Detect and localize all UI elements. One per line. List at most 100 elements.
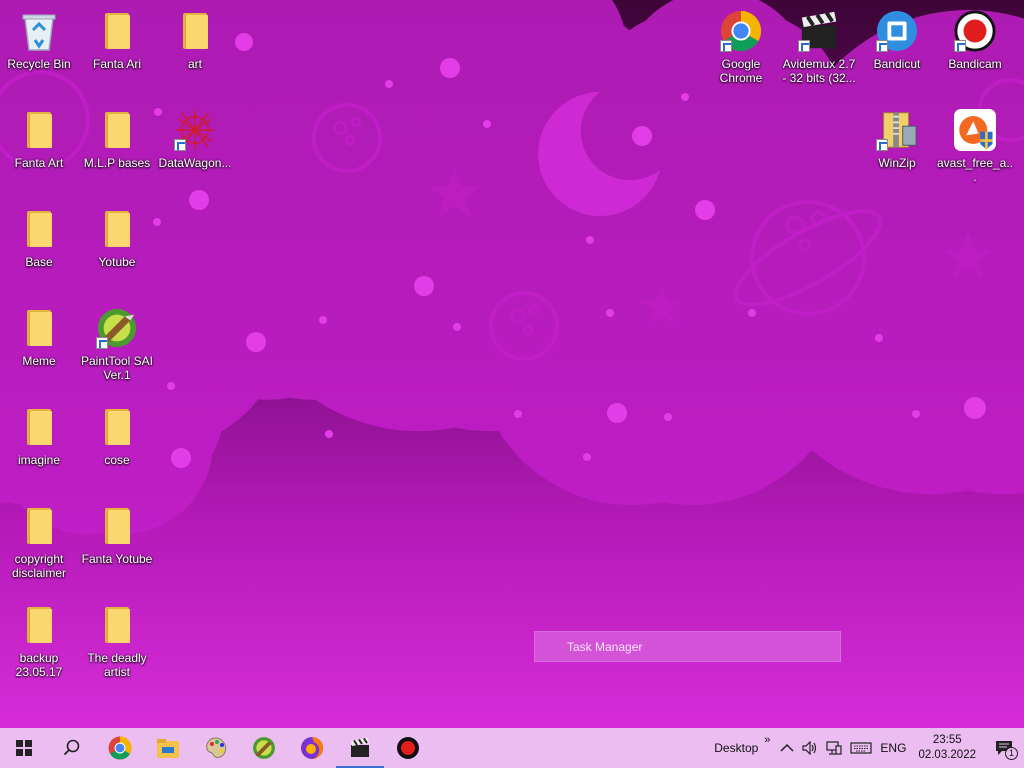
folder-icon	[18, 307, 60, 349]
painttool-sai-icon	[96, 307, 138, 349]
folder-cose[interactable]: cose	[78, 398, 156, 490]
touch-keyboard-button[interactable]	[846, 728, 876, 768]
shortcut-arrow-icon	[954, 40, 966, 52]
file-explorer-icon	[157, 739, 179, 758]
folder-yotube[interactable]: Yotube	[78, 200, 156, 292]
keyboard-icon	[850, 742, 873, 754]
search-button[interactable]	[48, 728, 96, 768]
shortcut-arrow-icon	[720, 40, 732, 52]
chrome-icon	[108, 736, 132, 760]
chevron-up-icon	[780, 743, 794, 752]
language-label: ENG	[880, 741, 907, 755]
shortcut-arrow-icon	[876, 40, 888, 52]
folder-icon	[18, 604, 60, 646]
volume-button[interactable]	[798, 728, 822, 768]
folder-label: Meme	[22, 354, 56, 368]
folder-imagine[interactable]: imagine	[0, 398, 78, 490]
task-manager-title: Task Manager	[567, 640, 643, 654]
shortcut-label: Avidemux 2.7 - 32 bits (32...	[782, 57, 856, 85]
bandicam-shortcut[interactable]: Bandicam	[936, 2, 1014, 94]
shortcut-arrow-icon	[876, 139, 888, 151]
notification-count-badge: 1	[1005, 747, 1018, 760]
taskbar-chrome[interactable]	[96, 728, 144, 768]
recycle-bin-icon[interactable]: Recycle Bin	[0, 2, 78, 94]
folder-label: Fanta Yotube	[81, 552, 153, 566]
folder-label: backup 23.05.17	[15, 651, 63, 679]
folder-deadly-artist[interactable]: The deadly artist	[78, 596, 156, 688]
folder-icon	[96, 10, 138, 52]
speaker-icon	[802, 741, 817, 755]
task-manager-preview[interactable]: Task Manager	[534, 631, 841, 662]
folder-icon	[96, 604, 138, 646]
windows-logo-icon	[16, 740, 32, 756]
taskbar-bandicam[interactable]	[384, 728, 432, 768]
shortcut-label: Bandicam	[948, 57, 1002, 71]
painttool-sai-icon	[253, 737, 275, 759]
toolbar-expand-icon[interactable]: »	[764, 734, 770, 746]
folder-art[interactable]: art	[156, 2, 234, 94]
shortcut-arrow-icon	[96, 337, 108, 349]
folder-icon	[96, 406, 138, 448]
search-icon	[63, 739, 80, 756]
network-icon	[826, 741, 843, 755]
desktop-toolbar-label: Desktop	[714, 741, 759, 755]
folder-base[interactable]: Base	[0, 200, 78, 292]
avast-installer[interactable]: avast_free_a...	[936, 101, 1014, 193]
folder-label: M.L.P bases	[83, 156, 151, 170]
folder-label: cose	[104, 453, 130, 467]
shortcut-label: Bandicut	[873, 57, 921, 71]
recycle-bin-label: Recycle Bin	[7, 57, 71, 71]
taskbar: Desktop » ENG 23:55 02.03.2022 1	[0, 728, 1024, 768]
bandicut-shortcut[interactable]: Bandicut	[858, 2, 936, 94]
avidemux-shortcut[interactable]: Avidemux 2.7 - 32 bits (32...	[780, 2, 858, 94]
folder-fanta-yotube[interactable]: Fanta Yotube	[78, 497, 156, 589]
folder-meme[interactable]: Meme	[0, 299, 78, 391]
folder-icon	[96, 208, 138, 250]
folder-label: Base	[25, 255, 53, 269]
folder-copyright-disclaimer[interactable]: copyright disclaimer	[0, 497, 78, 589]
clapperboard-icon	[798, 10, 840, 52]
folder-icon	[174, 10, 216, 52]
datawagon-icon	[174, 109, 216, 151]
desktop[interactable]: Recycle Bin Fanta Art Base Meme imagine …	[0, 0, 1024, 728]
shortcut-label: avast_free_a...	[936, 156, 1014, 184]
network-button[interactable]	[822, 728, 846, 768]
shortcut-arrow-icon	[174, 139, 186, 151]
winzip-shortcut[interactable]: WinZip	[858, 101, 936, 193]
taskbar-painttool-sai[interactable]	[240, 728, 288, 768]
shortcut-label: Google Chrome	[719, 57, 763, 85]
folder-icon	[18, 406, 60, 448]
firefox-icon	[301, 737, 323, 759]
input-language-button[interactable]: ENG	[876, 728, 910, 768]
clapperboard-icon	[351, 737, 369, 757]
folder-label: art	[187, 57, 202, 71]
folder-fanta-ari[interactable]: Fanta Ari	[78, 2, 156, 94]
datawagon-shortcut[interactable]: DataWagon...	[156, 101, 234, 193]
chrome-icon	[720, 10, 762, 52]
folder-label: The deadly artist	[87, 651, 147, 679]
folder-label: imagine	[17, 453, 61, 467]
avast-icon	[954, 109, 996, 151]
painttool-sai-shortcut[interactable]: PaintTool SAI Ver.1	[78, 299, 156, 391]
show-hidden-icons-button[interactable]	[776, 728, 798, 768]
palette-icon	[206, 737, 227, 758]
recycle-bin-glyph	[18, 10, 60, 52]
folder-backup[interactable]: backup 23.05.17	[0, 596, 78, 688]
taskbar-paint-app[interactable]	[192, 728, 240, 768]
folder-fanta-art[interactable]: Fanta Art	[0, 101, 78, 193]
desktop-toolbar[interactable]: Desktop »	[708, 728, 776, 768]
folder-label: Yotube	[98, 255, 136, 269]
shortcut-label: PaintTool SAI Ver.1	[80, 354, 154, 382]
folder-icon	[96, 505, 138, 547]
folder-label: Fanta Art	[14, 156, 64, 170]
taskbar-file-explorer[interactable]	[144, 728, 192, 768]
google-chrome-shortcut[interactable]: Google Chrome	[702, 2, 780, 94]
taskbar-avidemux[interactable]	[336, 728, 384, 768]
shortcut-label: WinZip	[878, 156, 916, 170]
folder-mlp-bases[interactable]: M.L.P bases	[78, 101, 156, 193]
action-center-button[interactable]: 1	[984, 728, 1024, 768]
taskbar-firefox[interactable]	[288, 728, 336, 768]
clock[interactable]: 23:55 02.03.2022	[910, 728, 984, 768]
bandicam-record-icon	[954, 10, 996, 52]
start-button[interactable]	[0, 728, 48, 768]
